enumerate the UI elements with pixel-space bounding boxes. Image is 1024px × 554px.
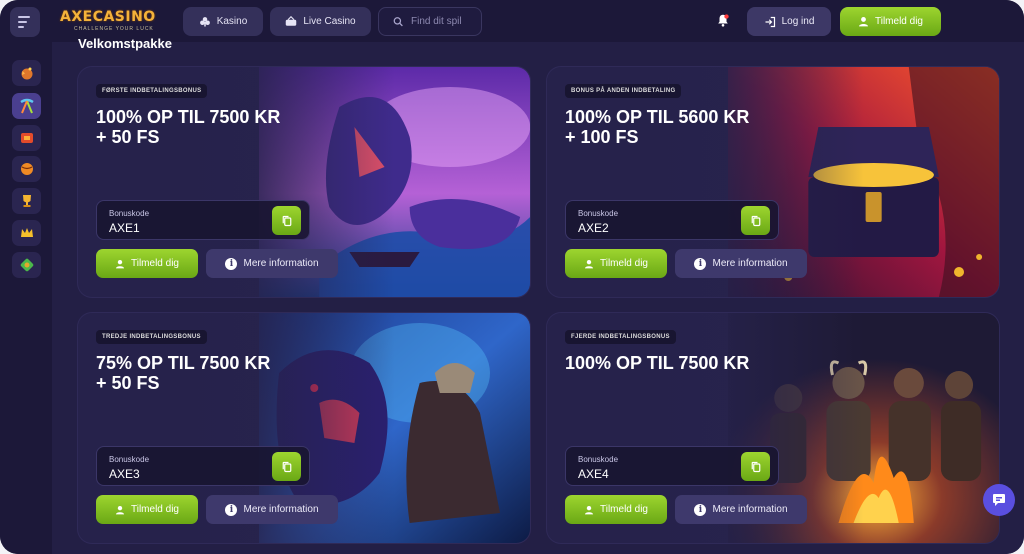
bonus-code-label: Bonuskode (109, 209, 150, 218)
user-icon (115, 259, 125, 268)
more-info-button[interactable]: i Mere information (675, 249, 807, 278)
copy-code-button[interactable] (741, 206, 770, 235)
more-info-label: Mere information (712, 504, 788, 515)
bonus-badge: BONUS PÅ ANDEN INDBETALING (565, 84, 682, 98)
more-info-button[interactable]: i Mere information (206, 249, 338, 278)
bonus-code-value: AXE3 (109, 467, 140, 481)
bonus-headline: 100% OP TIL 5600 KR + 100 FS (565, 107, 750, 147)
bonus-card-3: TREDJE INDBETALINGSBONUS 75% OP TIL 7500… (78, 313, 530, 543)
card-signup-label: Tilmeld dig (600, 258, 648, 269)
bonus-headline: 75% OP TIL 7500 KR + 50 FS (96, 353, 271, 393)
card-signup-label: Tilmeld dig (131, 258, 179, 269)
app-frame: AXECASINO CHALLENGE YOUR LUCK Kasino Liv… (0, 0, 1024, 554)
cherry-icon (20, 133, 33, 143)
search-box[interactable] (378, 7, 482, 36)
menu-toggle-button[interactable] (10, 7, 40, 37)
card-signup-label: Tilmeld dig (600, 504, 648, 515)
copy-icon (751, 215, 760, 226)
bonus-code-label: Bonuskode (578, 209, 619, 218)
user-icon (115, 505, 125, 514)
search-icon (393, 17, 403, 27)
more-info-label: Mere information (712, 258, 788, 269)
info-icon: i (694, 257, 707, 270)
copy-icon (282, 215, 291, 226)
sidebar-item-cherry[interactable] (12, 125, 41, 151)
more-info-label: Mere information (243, 258, 319, 269)
pickaxe-icon (19, 98, 34, 114)
signup-button[interactable]: Tilmeld dig (840, 7, 941, 36)
bonus-code-label: Bonuskode (578, 455, 619, 464)
trophy-icon (22, 195, 31, 207)
bonus-badge: TREDJE INDBETALINGSBONUS (96, 330, 207, 344)
copy-icon (282, 461, 291, 472)
bonus-card-4: FJERDE INDBETALINGSBONUS 100% OP TIL 750… (547, 313, 999, 543)
sidebar-item-crown[interactable] (12, 220, 41, 246)
nav-live-casino-label: Live Casino (303, 16, 356, 27)
logo[interactable]: AXECASINO CHALLENGE YOUR LUCK (60, 9, 170, 35)
bonus-code-value: AXE4 (578, 467, 609, 481)
gem-icon (20, 258, 33, 272)
copy-code-button[interactable] (741, 452, 770, 481)
live-casino-icon (286, 15, 297, 26)
more-info-button[interactable]: i Mere information (206, 495, 338, 524)
bonus-card-1: FØRSTE INDBETALINGSBONUS 100% OP TIL 750… (78, 67, 530, 297)
nav-live-casino[interactable]: Live Casino (270, 7, 371, 36)
card-signup-label: Tilmeld dig (131, 504, 179, 515)
bonus-code-value: AXE1 (109, 221, 140, 235)
bonus-code-field[interactable]: Bonuskode AXE4 (565, 446, 779, 486)
card-signup-button[interactable]: Tilmeld dig (565, 495, 667, 524)
menu-icon (18, 16, 30, 18)
more-info-button[interactable]: i Mere information (675, 495, 807, 524)
bonus-headline: 100% OP TIL 7500 KR (565, 353, 750, 373)
copy-code-button[interactable] (272, 452, 301, 481)
chat-icon (993, 494, 1005, 506)
user-icon (584, 505, 594, 514)
bonus-code-field[interactable]: Bonuskode AXE2 (565, 200, 779, 240)
info-icon: i (225, 503, 238, 516)
section-title: Velkomstpakke (78, 36, 172, 51)
logo-text: AXECASINO (60, 9, 156, 25)
nav-kasino-label: Kasino (216, 16, 248, 27)
sidebar (0, 42, 52, 554)
card-signup-button[interactable]: Tilmeld dig (96, 495, 198, 524)
login-label: Log ind (781, 16, 815, 27)
more-info-label: Mere information (243, 504, 319, 515)
user-icon (859, 17, 868, 27)
login-button[interactable]: Log ind (747, 7, 831, 36)
notification-bell-icon[interactable] (716, 13, 730, 27)
search-input[interactable] (411, 16, 481, 27)
logo-tagline: CHALLENGE YOUR LUCK (74, 26, 154, 32)
bonus-card-2: BONUS PÅ ANDEN INDBETALING 100% OP TIL 5… (547, 67, 999, 297)
bonus-code-field[interactable]: Bonuskode AXE3 (96, 446, 310, 486)
card-signup-button[interactable]: Tilmeld dig (96, 249, 198, 278)
bonus-code-value: AXE2 (578, 221, 609, 235)
user-icon (584, 259, 594, 268)
sidebar-item-pickaxe[interactable] (12, 93, 41, 119)
bomb-icon (21, 67, 32, 80)
bonus-badge: FJERDE INDBETALINGSBONUS (565, 330, 676, 344)
bonus-headline: 100% OP TIL 7500 KR + 50 FS (96, 107, 281, 147)
card-signup-button[interactable]: Tilmeld dig (565, 249, 667, 278)
login-icon (765, 16, 775, 27)
info-icon: i (225, 257, 238, 270)
ball-icon (20, 163, 33, 175)
bonus-code-field[interactable]: Bonuskode AXE1 (96, 200, 310, 240)
copy-icon (751, 461, 760, 472)
crown-icon (20, 228, 33, 237)
bonus-code-label: Bonuskode (109, 455, 150, 464)
sidebar-item-trophy[interactable] (12, 188, 41, 214)
signup-label: Tilmeld dig (875, 16, 923, 27)
sidebar-item-ball[interactable] (12, 156, 41, 182)
info-icon: i (694, 503, 707, 516)
sidebar-item-bomb[interactable] (12, 60, 41, 86)
club-icon (199, 16, 210, 26)
nav-kasino[interactable]: Kasino (183, 7, 263, 36)
bonus-badge: FØRSTE INDBETALINGSBONUS (96, 84, 208, 98)
chat-launcher-button[interactable] (983, 484, 1015, 516)
copy-code-button[interactable] (272, 206, 301, 235)
sidebar-item-gem[interactable] (12, 252, 41, 278)
